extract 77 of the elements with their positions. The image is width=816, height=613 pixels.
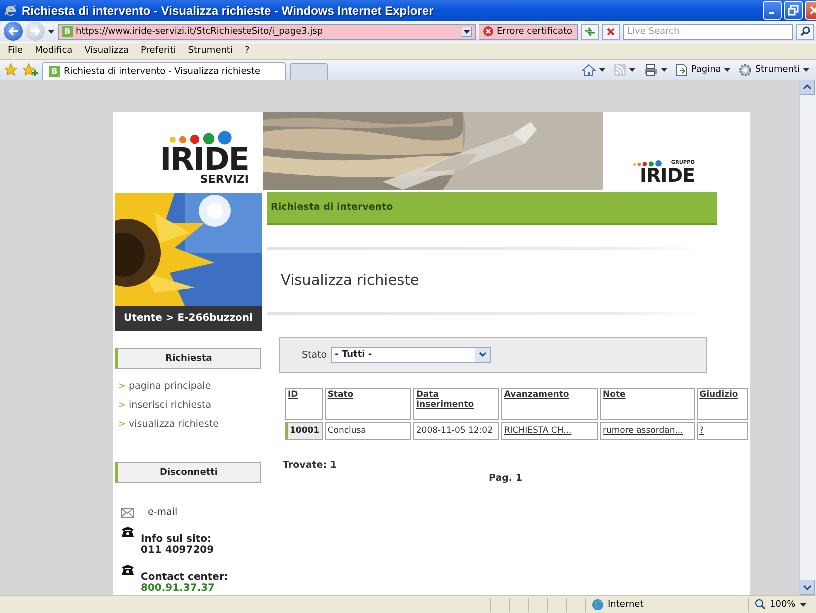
- page-icon[interactable]: [676, 64, 688, 76]
- menu-item[interactable]: ?: [238, 46, 256, 56]
- caret-icon[interactable]: [800, 602, 807, 606]
- zoom-icon[interactable]: [755, 599, 766, 610]
- command-button[interactable]: Strumenti: [737, 64, 812, 76]
- sidebar-link[interactable]: > pagina principale: [118, 380, 263, 394]
- scrollbar[interactable]: [799, 80, 816, 595]
- zoom-button[interactable]: 100%: [748, 598, 813, 612]
- user-bar: Utente > E-266buzzoni: [115, 306, 262, 331]
- scroll-down-icon[interactable]: [800, 580, 815, 595]
- home-icon[interactable]: [582, 64, 596, 76]
- stop-icon[interactable]: [606, 26, 616, 36]
- window-title: Richiesta di intervento - Visualizza richieste - Windows Internet Explorer: [22, 4, 435, 18]
- caret-icon[interactable]: [629, 68, 636, 72]
- menu-item[interactable]: File: [2, 46, 30, 56]
- table-cell: 2008-11-05 12:02: [413, 422, 500, 440]
- telephone-icon: [121, 564, 135, 576]
- globe-icon: [592, 598, 604, 610]
- envelope-icon: [121, 508, 134, 518]
- refresh-icon[interactable]: [584, 26, 596, 36]
- refresh-button[interactable]: [580, 24, 599, 40]
- error-icon[interactable]: [483, 26, 494, 37]
- browser-logo-icon: [4, 4, 18, 18]
- back-button[interactable]: [4, 22, 23, 41]
- favicon: B: [49, 66, 60, 77]
- dropdown-icon[interactable]: [462, 26, 472, 36]
- section-bar: Richiesta di intervento: [267, 192, 717, 225]
- command-button[interactable]: Pagina: [674, 64, 734, 76]
- section-button[interactable]: Richiesta: [115, 348, 261, 369]
- menu-item[interactable]: Preferiti: [135, 46, 182, 56]
- table-link[interactable]: ?: [700, 426, 704, 436]
- search-icon[interactable]: [800, 26, 810, 37]
- add-favorite-icon[interactable]: [22, 63, 38, 77]
- status-dropdown[interactable]: - Tutti -: [331, 347, 492, 363]
- contact-label: Contact center:: [141, 571, 228, 583]
- menu-item[interactable]: Strumenti: [182, 46, 239, 56]
- page-number: Pag. 1: [489, 473, 524, 484]
- logo-text: IRIDE: [160, 146, 249, 174]
- search-button[interactable]: [796, 24, 814, 40]
- results-count: Trovate: 1: [283, 460, 338, 471]
- id-button[interactable]: 10001: [286, 423, 322, 439]
- search-field[interactable]: Live Search: [622, 24, 793, 40]
- phone-number: 011 4097209: [141, 545, 214, 556]
- certificate-error-button[interactable]: Errore certificato: [479, 24, 578, 40]
- menu-item[interactable]: Modifica: [29, 46, 79, 56]
- maximize-button[interactable]: [784, 1, 803, 20]
- security-zone: Internet: [608, 600, 644, 610]
- telephone-icon: [121, 526, 135, 538]
- logo-subtitle: SERVIZI: [200, 174, 249, 186]
- address-field[interactable]: B https://www.iride-servizi.it/StcRichiesteSito/i_page3.jsp: [58, 24, 476, 40]
- sidebar-link[interactable]: > inserisci richiesta: [118, 399, 263, 413]
- back-arrow-icon[interactable]: [8, 26, 19, 37]
- phone-number: 800.91.37.37: [141, 583, 216, 594]
- table-cell: Conclusa: [324, 422, 412, 440]
- browser-tab[interactable]: B Richiesta di intervento - Visualizza richieste: [42, 62, 286, 80]
- caret-icon[interactable]: [803, 68, 810, 72]
- minimize-button[interactable]: [763, 1, 782, 20]
- favorites-star-icon[interactable]: [4, 63, 18, 77]
- menu-item[interactable]: Visualizza: [78, 46, 136, 56]
- caret-icon[interactable]: [48, 30, 55, 34]
- page-heading: Visualizza richieste: [280, 272, 420, 291]
- sidebar-link[interactable]: > visualizza richieste: [118, 418, 263, 432]
- favicon: B: [62, 26, 73, 37]
- filter-label: Stato: [302, 350, 328, 360]
- printer-icon[interactable]: [644, 64, 658, 76]
- dropdown-icon[interactable]: [478, 352, 487, 358]
- caret-icon[interactable]: [724, 68, 732, 72]
- settings-icon[interactable]: [739, 64, 752, 76]
- caret-icon[interactable]: [661, 68, 668, 72]
- maximize-icon[interactable]: [788, 5, 799, 16]
- caret-icon[interactable]: [599, 68, 606, 72]
- email-link[interactable]: e-mail: [148, 507, 178, 518]
- scroll-up-icon[interactable]: [800, 80, 815, 95]
- stop-button[interactable]: [602, 24, 620, 40]
- contact-label: Info sul sito:: [141, 533, 213, 545]
- section-button[interactable]: Disconnetti: [115, 462, 261, 483]
- logo-text: IRIDE: [640, 167, 695, 186]
